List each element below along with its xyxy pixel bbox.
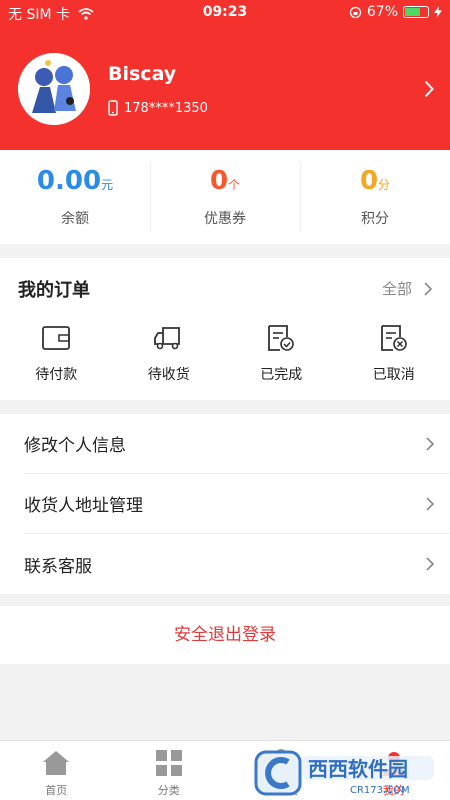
battery-percent: 67%	[366, 4, 398, 20]
chevron-right-icon	[424, 281, 432, 296]
orders-all-link[interactable]: 全部	[382, 278, 432, 299]
phone-icon	[108, 100, 118, 116]
chevron-right-icon	[426, 496, 434, 511]
watermark-brand: 西西软件园	[308, 757, 408, 781]
stat-balance[interactable]: 0.00元 余额	[0, 150, 150, 244]
tab-label: 首页	[45, 784, 68, 797]
order-item-label: 已完成	[260, 367, 303, 383]
tab-category[interactable]: 分类	[113, 741, 226, 800]
charging-icon	[434, 6, 442, 18]
orders-all-label: 全部	[381, 280, 412, 298]
wallet-icon	[42, 326, 71, 350]
menu-item-label: 收货人地址管理	[24, 496, 143, 516]
order-item-label: 已取消	[372, 367, 415, 383]
stat-coupons[interactable]: 0个 优惠券	[150, 150, 300, 244]
balance-value: 0.00	[36, 166, 102, 196]
balance-unit: 元	[101, 178, 114, 192]
order-item-label: 待收货	[147, 367, 190, 383]
avatar[interactable]	[18, 53, 90, 125]
battery-icon	[403, 6, 429, 18]
order-item-label: 待付款	[35, 367, 78, 383]
coupons-value: 0	[209, 166, 229, 196]
menu-edit-profile[interactable]: 修改个人信息	[24, 414, 450, 474]
menu-customer-service[interactable]: 联系客服	[24, 534, 450, 594]
user-name: Biscay	[108, 63, 177, 85]
chevron-right-icon[interactable]	[424, 80, 434, 98]
order-cancelled[interactable]: 已取消	[338, 324, 450, 384]
points-unit: 分	[378, 178, 391, 192]
status-bar: 无 SIM 卡 09:23 67%	[0, 0, 450, 26]
category-icon	[155, 750, 182, 776]
watermark-logo: 西西软件园 CR173.COM	[254, 750, 434, 796]
menu-item-label: 修改个人信息	[24, 436, 126, 456]
balance-label: 余额	[61, 211, 89, 227]
coupons-unit: 个	[228, 178, 241, 192]
menu-address-management[interactable]: 收货人地址管理	[24, 474, 450, 534]
profile-header[interactable]: 无 SIM 卡 09:23 67% Biscay 178****1350	[0, 0, 450, 150]
order-pending-receipt[interactable]: 待收货	[113, 324, 226, 384]
order-completed[interactable]: 已完成	[225, 324, 338, 384]
truck-icon	[153, 327, 180, 350]
rotation-lock-icon	[349, 6, 362, 18]
orders-title: 我的订单	[18, 280, 90, 301]
points-value: 0	[359, 166, 379, 196]
stat-points[interactable]: 0分 积分	[300, 150, 450, 244]
chevron-right-icon	[426, 436, 434, 451]
chevron-right-icon	[426, 557, 434, 571]
points-label: 积分	[361, 211, 389, 227]
account-stats: 0.00元 余额 0个 优惠券 0分 积分	[0, 150, 450, 244]
menu-item-label: 联系客服	[24, 556, 92, 577]
user-phone: 178****1350	[124, 100, 208, 116]
doc-check-icon	[268, 325, 295, 351]
tab-home[interactable]: 首页	[0, 741, 113, 800]
doc-cancel-icon	[380, 325, 407, 351]
orders-section: 我的订单 全部 待付款 待收货 已完成 已取消	[0, 258, 450, 400]
settings-menu: 修改个人信息 收货人地址管理 联系客服	[0, 414, 450, 594]
watermark-url: CR173.COM	[350, 785, 410, 796]
avatar-image	[18, 53, 90, 125]
order-pending-payment[interactable]: 待付款	[0, 324, 113, 384]
logout-button[interactable]: 安全退出登录	[0, 606, 450, 664]
home-icon	[43, 751, 70, 775]
tab-label: 分类	[157, 784, 180, 797]
coupons-label: 优惠券	[204, 211, 246, 227]
